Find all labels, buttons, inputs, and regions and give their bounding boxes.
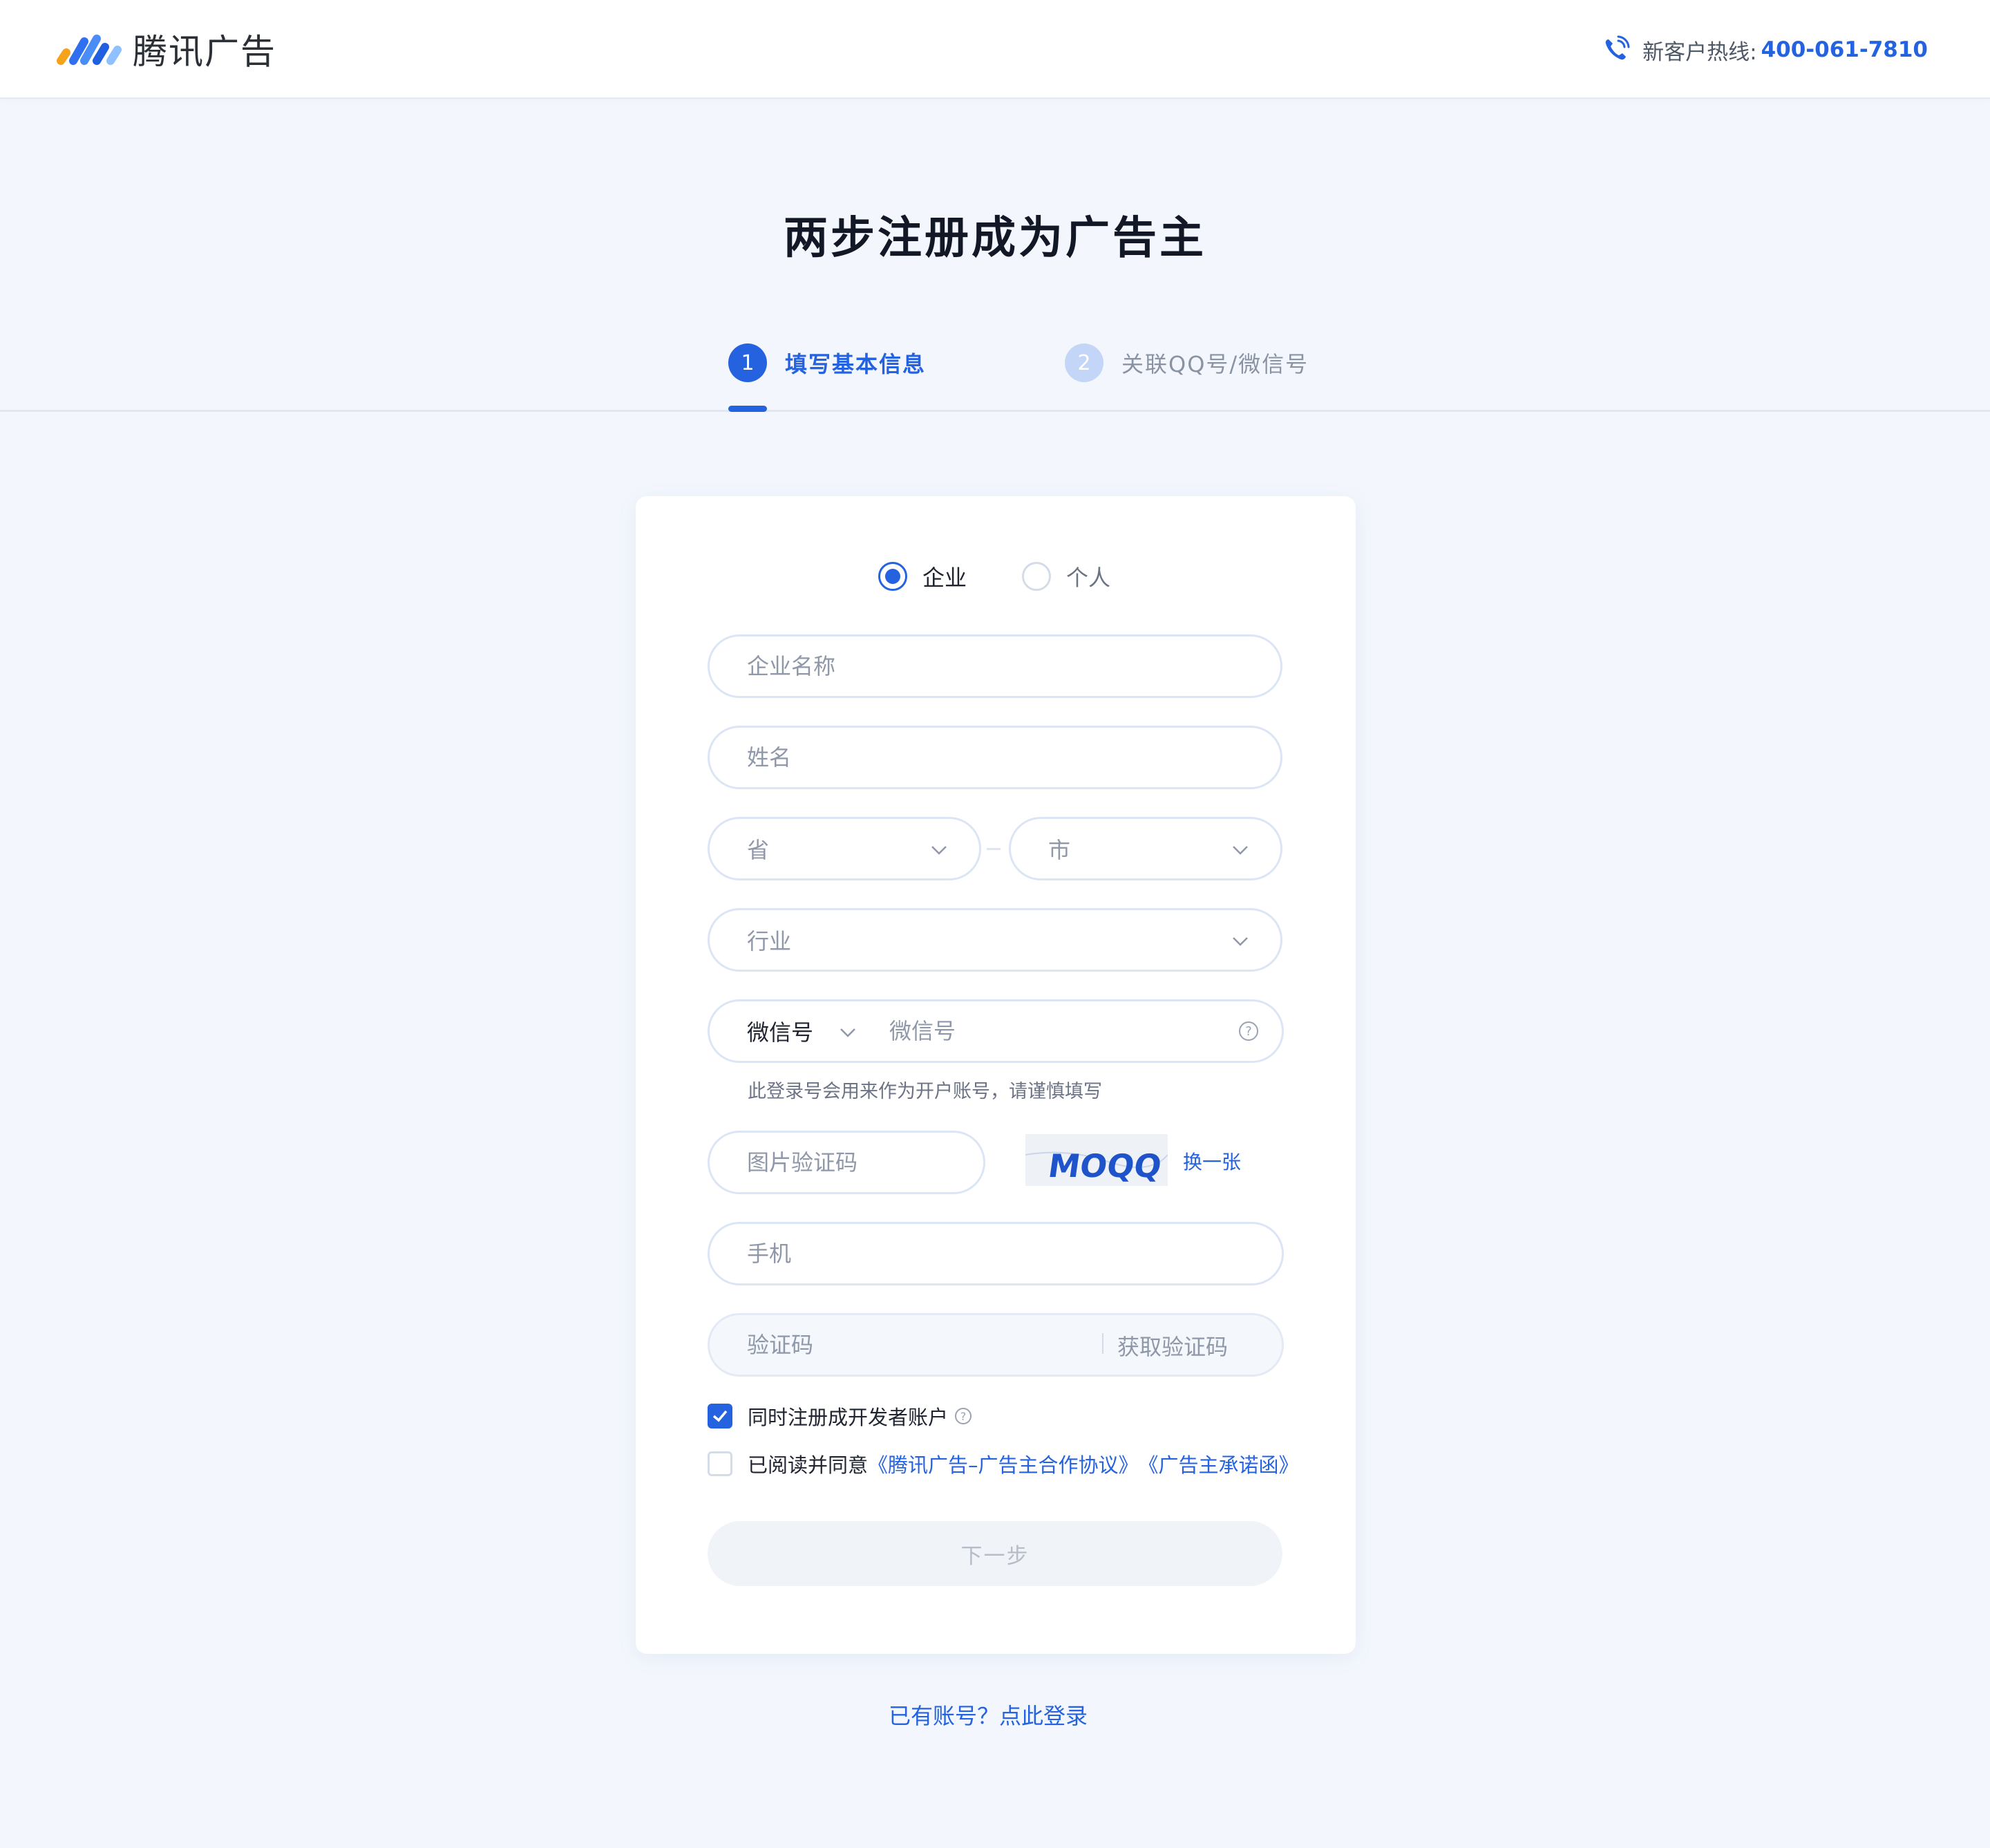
name-field[interactable] <box>708 726 1282 789</box>
range-dash <box>987 848 1001 850</box>
next-step-button[interactable]: 下一步 <box>708 1521 1282 1586</box>
agreement-prefix: 已阅读并同意 <box>748 1453 869 1477</box>
chevron-down-icon <box>929 839 949 858</box>
tencent-ads-logo-icon <box>54 25 126 73</box>
top-header: 腾讯广告 新客户热线: 400-061-7810 <box>0 0 1990 99</box>
step-1-label: 填写基本信息 <box>785 351 927 377</box>
company-name-field[interactable] <box>708 634 1282 698</box>
captcha-text: MOQQ <box>1046 1147 1164 1185</box>
help-icon[interactable]: ? <box>1239 1021 1258 1041</box>
get-code-button[interactable]: 获取验证码 <box>1117 1330 1228 1361</box>
name-input[interactable] <box>747 744 1280 771</box>
radio-enterprise-label: 企业 <box>922 565 967 591</box>
hotline: 新客户热线: 400-061-7810 <box>1601 33 1928 66</box>
captcha-field[interactable] <box>708 1131 985 1194</box>
dev-account-label: 同时注册成开发者账户 <box>748 1406 949 1429</box>
step-2-number: 2 <box>1065 343 1103 382</box>
captcha-refresh-link[interactable]: 换一张 <box>1183 1147 1241 1175</box>
province-select[interactable]: 省 <box>708 817 981 880</box>
agreement-link-commitment[interactable]: 《广告主承诺函》 <box>1139 1449 1299 1478</box>
wechat-input[interactable] <box>889 1018 1222 1044</box>
agreement-checkbox[interactable] <box>708 1451 732 1476</box>
step-1: 1 填写基本信息 <box>728 343 926 383</box>
dev-account-row: 同时注册成开发者账户 ? <box>708 1403 972 1429</box>
login-link[interactable]: 已有账号？点此登录 <box>0 1699 1976 1731</box>
agreement-link-cooperation[interactable]: 《腾讯广告–广告主合作协议》 <box>868 1449 1139 1478</box>
chevron-down-icon[interactable] <box>838 1021 857 1041</box>
page-title: 两步注册成为广告主 <box>784 213 1206 264</box>
wechat-type-select[interactable]: 微信号 <box>747 1015 813 1047</box>
phone-field[interactable] <box>708 1222 1284 1285</box>
wechat-hint: 此登录号会用来作为开户账号，请谨慎填写 <box>748 1081 1102 1102</box>
dev-account-checkbox[interactable] <box>708 1404 732 1429</box>
captcha-input[interactable] <box>747 1149 983 1176</box>
city-select[interactable]: 市 <box>1009 817 1282 880</box>
sms-code-input[interactable] <box>747 1332 1092 1358</box>
step-2: 2 关联QQ号/微信号 <box>1065 343 1309 383</box>
code-divider <box>1102 1333 1103 1354</box>
active-step-indicator <box>728 406 767 412</box>
account-type-radio-group: 企业 个人 <box>0 560 1990 593</box>
radio-personal-circle[interactable] <box>1022 562 1051 591</box>
hotline-number[interactable]: 400-061-7810 <box>1761 37 1928 62</box>
steps-divider <box>0 410 1990 412</box>
phone-icon <box>1605 35 1630 60</box>
brand-name: 腾讯广告 <box>133 32 276 72</box>
step-1-number: 1 <box>728 343 767 382</box>
phone-input[interactable] <box>747 1241 1282 1267</box>
company-name-input[interactable] <box>747 653 1280 679</box>
province-placeholder: 省 <box>747 837 770 863</box>
agreement-row: 已阅读并同意 《腾讯广告–广告主合作协议》 《广告主承诺函》 <box>708 1451 1299 1477</box>
radio-enterprise[interactable]: 企业 <box>878 560 967 593</box>
hotline-label: 新客户热线: <box>1642 39 1757 65</box>
chevron-down-icon <box>1231 839 1250 858</box>
chevron-down-icon <box>1231 930 1250 950</box>
captcha-image[interactable]: MOQQ <box>1025 1134 1168 1186</box>
radio-personal-label: 个人 <box>1066 565 1111 591</box>
industry-select[interactable]: 行业 <box>708 908 1282 972</box>
step-2-label: 关联QQ号/微信号 <box>1121 351 1309 377</box>
help-icon[interactable]: ? <box>955 1408 972 1424</box>
city-placeholder: 市 <box>1048 837 1071 863</box>
wechat-field[interactable]: 微信号 ? <box>708 999 1284 1063</box>
brand-logo[interactable]: 腾讯广告 <box>54 25 276 73</box>
radio-personal[interactable]: 个人 <box>1022 560 1110 593</box>
industry-placeholder: 行业 <box>747 928 792 954</box>
radio-enterprise-circle[interactable] <box>878 562 907 591</box>
